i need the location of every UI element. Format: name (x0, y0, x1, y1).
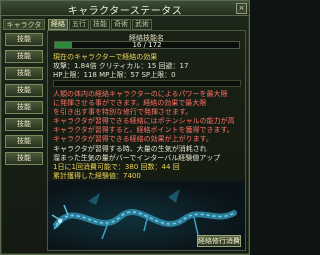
stat-bar (53, 80, 241, 87)
exp-bar: 16 / 172 (54, 41, 240, 49)
tab-gogyo[interactable]: 五行 (69, 19, 89, 30)
stat-line-2: HP上限：118 MP上限：57 SP上限：0 (53, 71, 176, 79)
sidebar-button-2[interactable]: 技能 (5, 50, 43, 63)
tab-gino[interactable]: 技能 (90, 19, 110, 30)
sidebar-button-5[interactable]: 技能 (5, 101, 43, 114)
sidebar-button-3[interactable]: 技能 (5, 67, 43, 80)
sidebar-button-4[interactable]: 技能 (5, 84, 43, 97)
total-exp: 累計獲得した経験値：7400 (53, 172, 141, 180)
character-status-window: キャラクターステータス × キャラクター 技能 技能 技能 技能 技能 技能 技… (0, 0, 250, 255)
close-button[interactable]: × (236, 3, 247, 14)
sidebar-button-1[interactable]: 技能 (5, 33, 43, 46)
tab-kijutsu[interactable]: 奇術 (111, 19, 131, 30)
sidebar-header[interactable]: キャラクター (3, 19, 45, 39)
exp-value: 16 / 172 (132, 41, 162, 49)
sidebar-button-6[interactable]: 技能 (5, 118, 43, 131)
window-title: キャラクターステータス (67, 6, 183, 17)
title-bar[interactable]: キャラクターステータス × (1, 1, 249, 17)
content-panel: 経絡技能名 16 / 172 現在のキャラクターで経絡の効果 攻撃：1.84倍 … (47, 30, 246, 251)
training-consume-button[interactable]: 経絡修行消費 (197, 235, 241, 247)
dragon-illustration: 経絡修行消費 (48, 181, 245, 250)
tab-keiraku[interactable]: 経絡 (48, 19, 68, 30)
sidebar: キャラクター 技能 技能 技能 技能 技能 技能 技能 技能 (3, 19, 45, 251)
description-line-6: キャラクタが習得できる経絡の効果が上がります。 (53, 135, 213, 143)
tab-bujutsu[interactable]: 武術 (132, 19, 152, 30)
sidebar-button-8[interactable]: 技能 (5, 152, 43, 165)
sidebar-button-7[interactable]: 技能 (5, 135, 43, 148)
